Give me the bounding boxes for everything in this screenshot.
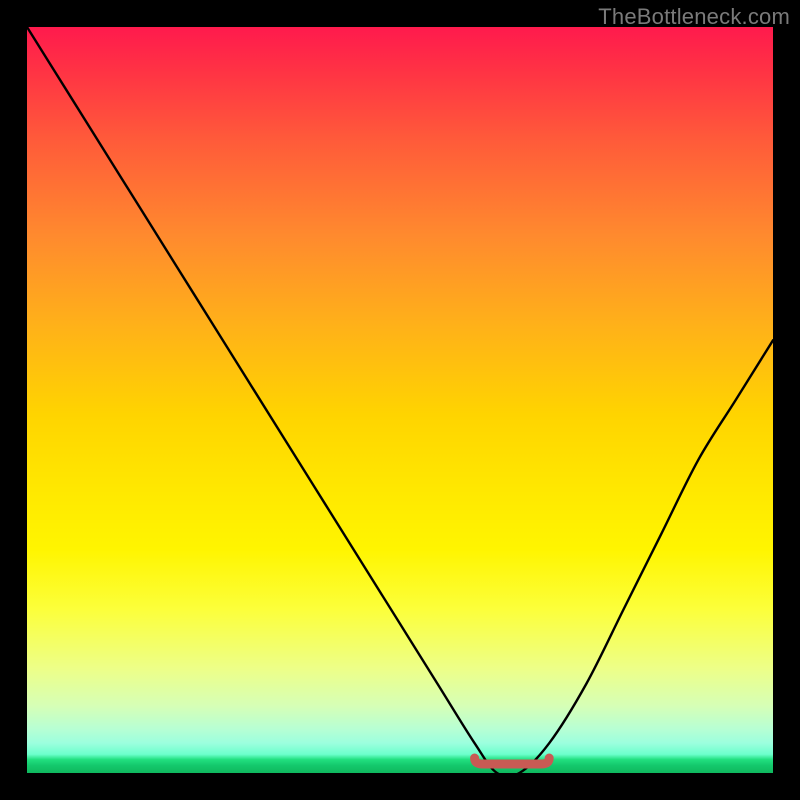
watermark-text: TheBottleneck.com bbox=[598, 4, 790, 30]
bottleneck-curve bbox=[27, 27, 773, 777]
chart-container: TheBottleneck.com bbox=[0, 0, 800, 800]
plot-area bbox=[27, 27, 773, 773]
bottleneck-curve-svg bbox=[27, 27, 773, 773]
